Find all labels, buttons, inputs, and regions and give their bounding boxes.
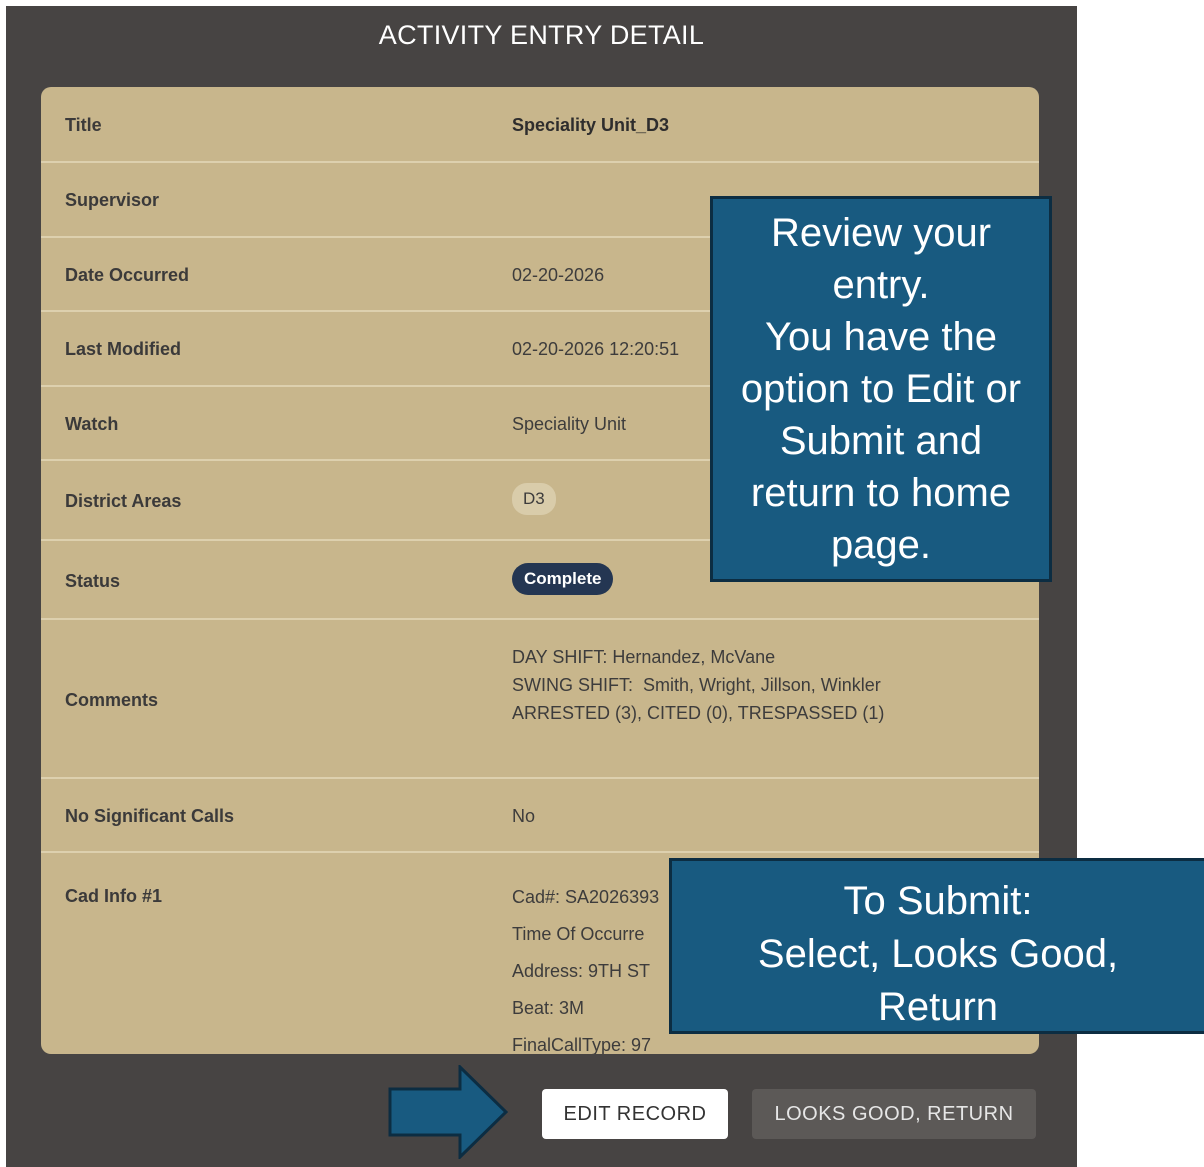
callout-line: To Submit: xyxy=(843,879,1033,923)
status-value: Complete xyxy=(512,563,614,595)
review-entry-callout: Review your entry. You have the option t… xyxy=(710,196,1052,582)
comment-line: DAY SHIFT: Hernandez, McVane xyxy=(512,647,776,667)
district-areas-label: District Areas xyxy=(65,491,182,511)
district-areas-value: D3 xyxy=(512,483,556,515)
watch-label: Watch xyxy=(65,414,119,434)
date-occurred-value: 02-20-2026 xyxy=(512,265,605,285)
comments-label: Comments xyxy=(65,690,159,710)
cad-line: FinalCallType: 97 xyxy=(512,1035,652,1054)
callout-line: Submit and xyxy=(779,419,983,463)
cad-line: Address: 9TH ST xyxy=(512,961,651,981)
right-arrow-icon xyxy=(388,1065,508,1159)
callout-line: You have the xyxy=(764,315,998,359)
callout-line: entry. xyxy=(832,263,930,307)
page-title: ACTIVITY ENTRY DETAIL xyxy=(378,20,705,50)
cad-info-value: Cad#: SA2026393 Time Of Occurre Address:… xyxy=(512,886,659,1054)
row-title: Title Speciality Unit_D3 xyxy=(41,87,1039,163)
title-value: Speciality Unit_D3 xyxy=(512,115,670,135)
callout-line: Return xyxy=(877,985,999,1029)
last-modified-value: 02-20-2026 12:20:51 xyxy=(512,339,680,359)
callout-line: Select, Looks Good, xyxy=(757,932,1119,976)
callout-line: Review your xyxy=(770,211,992,255)
title-label: Title xyxy=(65,115,102,135)
cad-info-label: Cad Info #1 xyxy=(65,886,163,906)
looks-good-return-button[interactable]: LOOKS GOOD, RETURN xyxy=(752,1089,1036,1139)
cad-line: Beat: 3M xyxy=(512,998,585,1018)
cad-line: Cad#: SA2026393 xyxy=(512,887,660,907)
submit-instructions-callout: To Submit: Select, Looks Good, Return xyxy=(669,858,1204,1034)
no-significant-calls-value: No xyxy=(512,806,536,826)
row-comments: Comments DAY SHIFT: Hernandez, McVane SW… xyxy=(41,620,1039,779)
row-no-significant-calls: No Significant Calls No xyxy=(41,779,1039,853)
cad-line: Time Of Occurre xyxy=(512,924,645,944)
callout-line: page. xyxy=(830,523,932,567)
watch-value: Speciality Unit xyxy=(512,414,627,434)
callout-line: option to Edit or xyxy=(740,367,1022,411)
comment-line: ARRESTED (3), CITED (0), TRESPASSED (1) xyxy=(512,703,885,723)
edit-record-button[interactable]: EDIT RECORD xyxy=(542,1089,728,1139)
comments-value: DAY SHIFT: Hernandez, McVane SWING SHIFT… xyxy=(512,643,884,727)
date-occurred-label: Date Occurred xyxy=(65,265,190,285)
supervisor-label: Supervisor xyxy=(65,190,160,210)
last-modified-label: Last Modified xyxy=(65,339,181,359)
status-badge: Complete xyxy=(512,563,614,595)
district-chip: D3 xyxy=(512,483,556,515)
callout-line: return to home xyxy=(750,471,1012,515)
status-label: Status xyxy=(65,571,121,591)
comment-line: SWING SHIFT: Smith, Wright, Jillson, Win… xyxy=(512,675,881,695)
no-significant-calls-label: No Significant Calls xyxy=(65,806,235,826)
